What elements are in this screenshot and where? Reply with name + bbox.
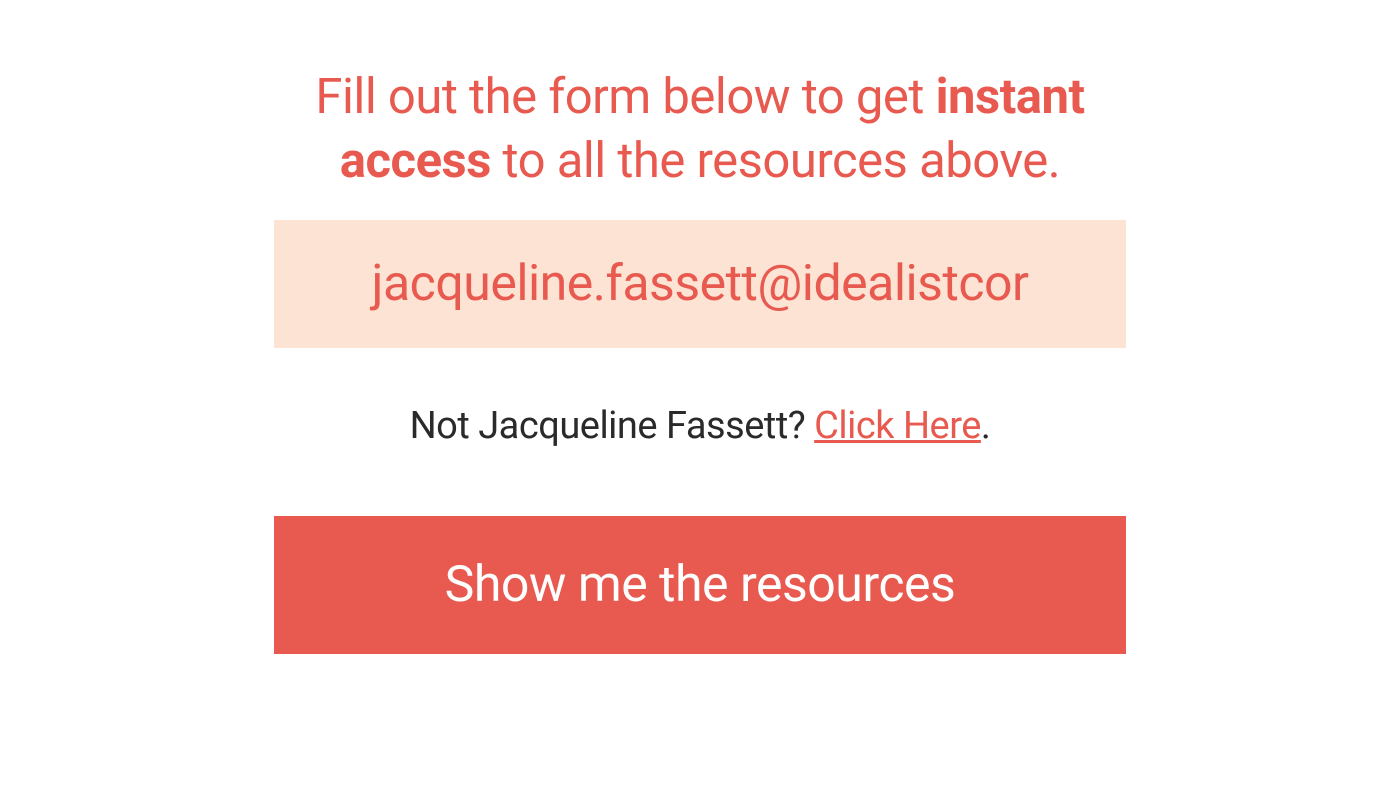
form-heading: Fill out the form below to get instant a… bbox=[274, 65, 1126, 192]
form-container: Fill out the form below to get instant a… bbox=[274, 65, 1126, 654]
not-user-link[interactable]: Click Here bbox=[814, 404, 981, 448]
heading-text-prefix: Fill out the form below to get bbox=[315, 68, 935, 125]
not-user-prefix: Not Jacqueline Fassett? bbox=[410, 404, 815, 448]
not-user-text: Not Jacqueline Fassett? Click Here. bbox=[410, 404, 991, 448]
not-user-suffix: . bbox=[981, 404, 991, 448]
heading-text-suffix: to all the resources above. bbox=[491, 132, 1060, 189]
email-input[interactable] bbox=[274, 220, 1126, 348]
submit-button[interactable]: Show me the resources bbox=[274, 516, 1126, 654]
